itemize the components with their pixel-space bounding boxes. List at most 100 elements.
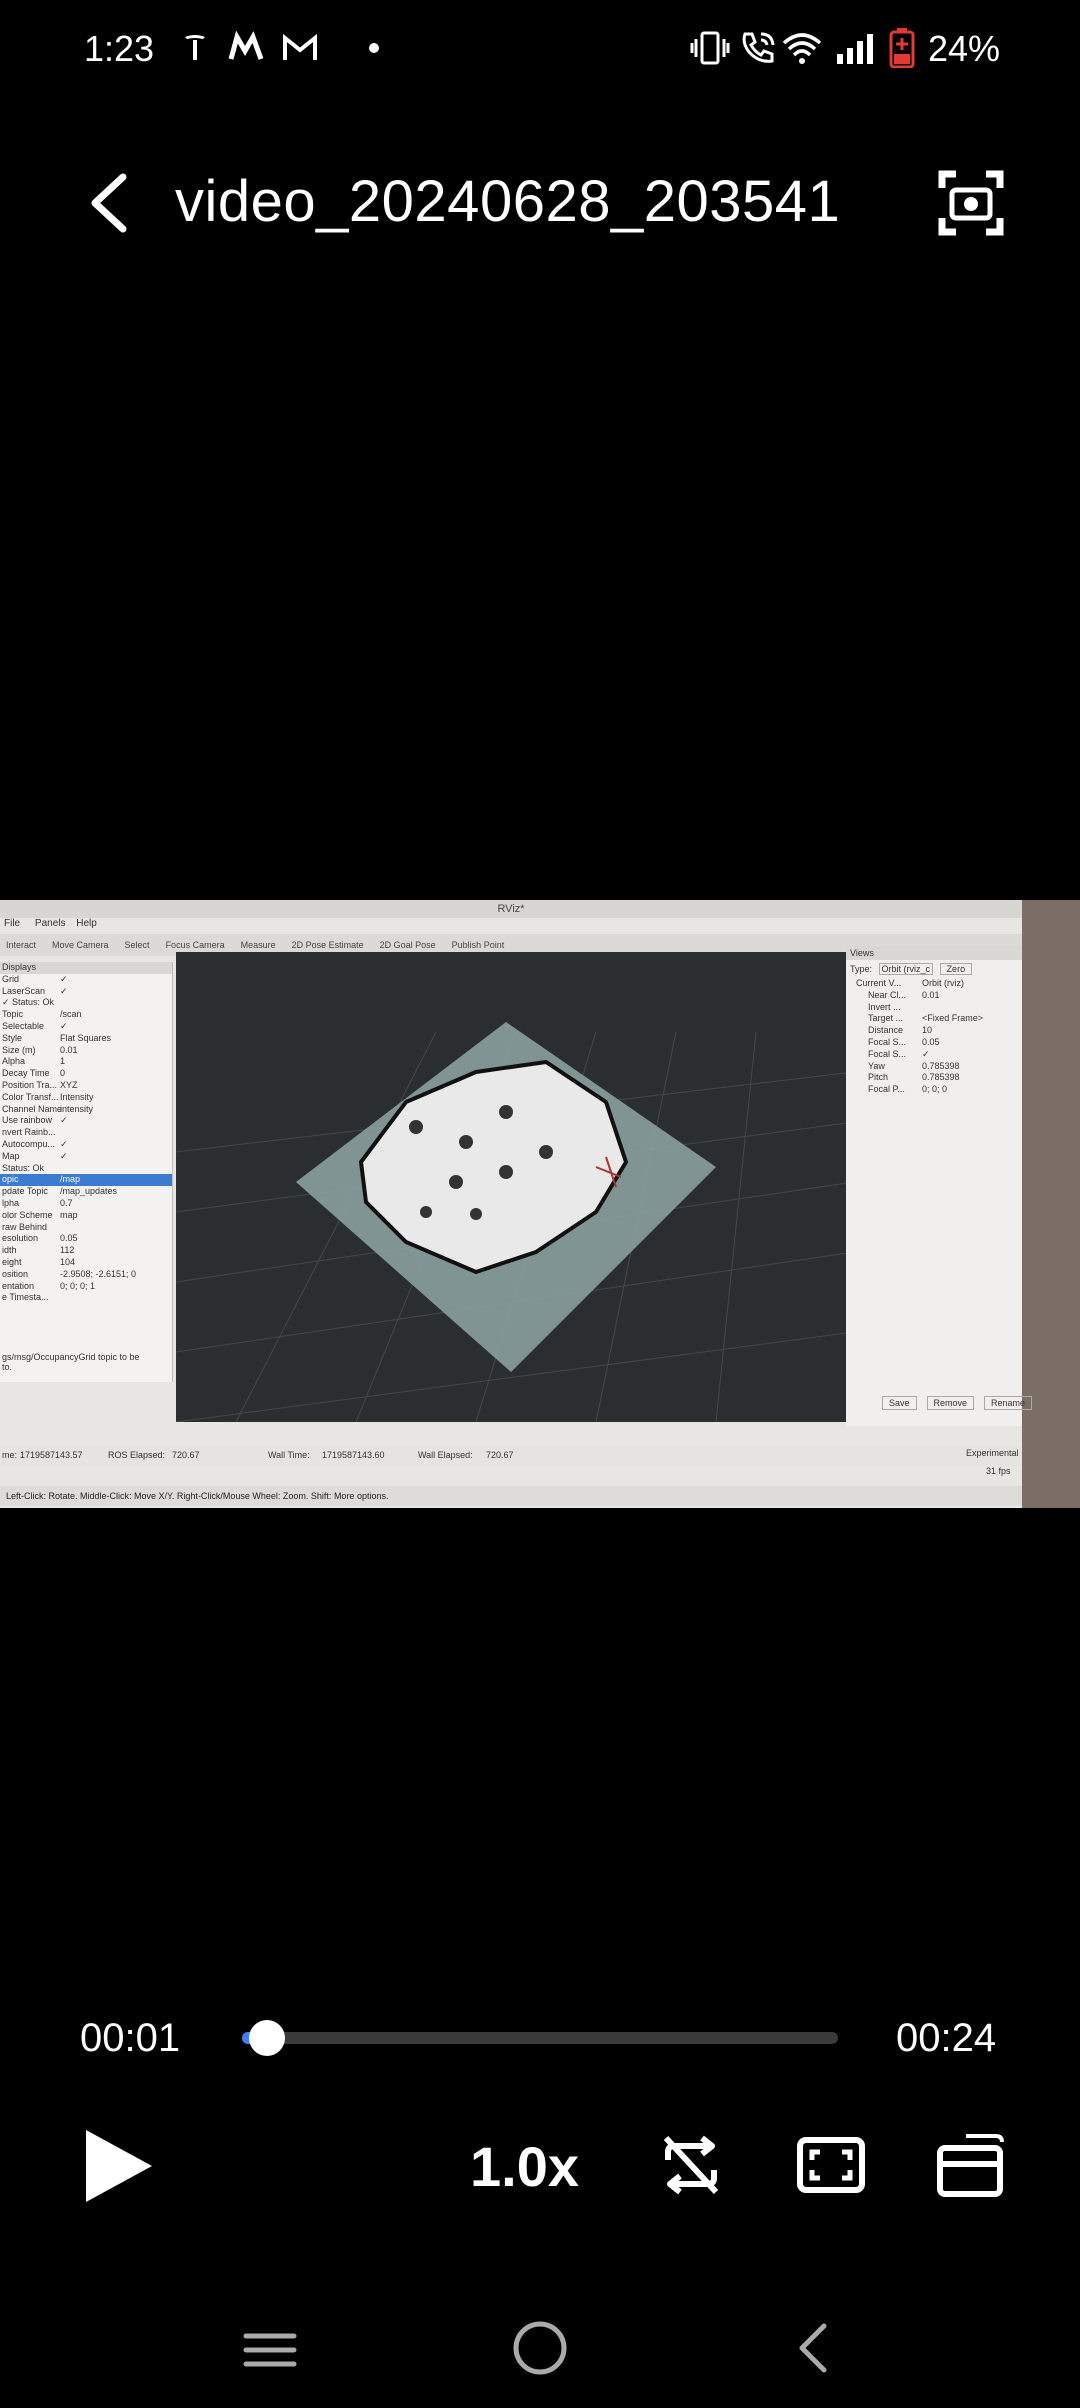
display-property-row: Map ✓ <box>0 1151 172 1163</box>
recents-button[interactable] <box>240 2320 300 2380</box>
view-property-value: Orbit (rviz) <box>922 978 964 988</box>
display-property-value: ✓ <box>60 1115 68 1126</box>
display-property-value: 0.7 <box>60 1197 73 1208</box>
display-property-value: 1 <box>60 1056 66 1067</box>
display-property-row: eight 104 <box>0 1257 172 1269</box>
display-property-row: idth 112 <box>0 1245 172 1257</box>
repeat-off-icon <box>663 2135 719 2195</box>
aspect-ratio-button[interactable] <box>796 2130 866 2200</box>
display-property-row: raw Behind <box>0 1222 172 1234</box>
views-type-label: Type: <box>850 964 873 974</box>
seek-bar[interactable] <box>242 2032 838 2044</box>
display-property-value: ✓ <box>60 973 68 984</box>
display-property-row: Color Transf... Intensity <box>0 1092 172 1104</box>
display-property-name: osition <box>2 1268 29 1279</box>
menu-file: File <box>4 918 21 929</box>
view-property-name: Near Cl... <box>868 989 907 1000</box>
view-property-value: 0.01 <box>922 989 940 1000</box>
display-property-name: opic <box>2 1174 19 1185</box>
display-property-name: eight <box>2 1256 22 1267</box>
display-property-value: 104 <box>60 1256 76 1267</box>
display-property-row: Size (m) 0.01 <box>0 1045 172 1057</box>
display-property-name: ✓ Status: Ok <box>2 997 55 1008</box>
display-property-value: -2.9508; -2.6151; 0 <box>60 1268 137 1279</box>
views-buttons: Save Remove Rename <box>882 1396 1033 1410</box>
navigation-bar <box>0 2290 1080 2408</box>
tool-measure: Measure <box>240 940 276 950</box>
play-button[interactable] <box>84 2128 154 2204</box>
seek-bar-thumb[interactable] <box>249 2020 285 2056</box>
view-property-value: 10 <box>922 1025 933 1036</box>
display-property-row: Style Flat Squares <box>0 1033 172 1045</box>
battery-charging-icon <box>888 28 916 68</box>
display-property-value: ✓ <box>60 1138 68 1149</box>
view-property-name: Current V... <box>856 978 902 988</box>
views-panel: Views Type: Orbit (rviz_c Zero Current V… <box>846 946 1033 1426</box>
display-property-value: ✓ <box>60 1150 68 1161</box>
wifi-calling-icon <box>738 28 778 68</box>
nav-back-button[interactable] <box>786 2318 846 2378</box>
display-property-value: 0 <box>60 1068 66 1079</box>
view-property-value: 0.785398 <box>922 1072 960 1083</box>
popup-player-button[interactable] <box>936 2130 1006 2200</box>
display-property-name: Use rainbow <box>2 1115 53 1126</box>
display-property-value: 0.01 <box>60 1044 78 1055</box>
battery-percent: 24% <box>928 28 1001 69</box>
view-property-row: Yaw 0.785398 <box>846 1061 1022 1073</box>
view-property-name: Focal S... <box>868 1036 907 1047</box>
view-property-name: Focal P... <box>868 1084 905 1095</box>
display-property-value: map <box>60 1209 78 1220</box>
repeat-off-button[interactable] <box>656 2130 726 2200</box>
display-property-row: e Timesta... <box>0 1292 172 1304</box>
display-property-name: pdate Topic <box>2 1186 48 1197</box>
view-property-value: 0; 0; 0 <box>922 1084 948 1095</box>
playback-speed-button[interactable]: 1.0x <box>470 2134 579 2199</box>
displays-header: Displays <box>0 962 172 974</box>
tool-focus-camera: Focus Camera <box>165 940 225 950</box>
display-property-value: /map <box>60 1174 81 1185</box>
display-property-name: Map <box>2 1150 20 1161</box>
display-property-name: olor Scheme <box>2 1209 53 1220</box>
display-property-value: ✓ <box>60 985 68 996</box>
wall-elapsed-value: 720.67 <box>486 1450 514 1460</box>
wall-elapsed-label: Wall Elapsed: <box>418 1450 473 1460</box>
display-property-name: esolution <box>2 1233 39 1244</box>
display-property-row: Grid ✓ <box>0 974 172 986</box>
display-property-value: 0.05 <box>60 1233 78 1244</box>
display-property-row: Alpha 1 <box>0 1056 172 1068</box>
home-button[interactable] <box>510 2318 570 2378</box>
display-property-row: Status: Ok <box>0 1163 172 1175</box>
tool-select: Select <box>124 940 150 950</box>
vibrate-icon <box>690 28 730 68</box>
view-property-row: Focal P... 0; 0; 0 <box>846 1084 1022 1096</box>
display-property-name: lpha <box>2 1197 20 1208</box>
display-property-row: olor Scheme map <box>0 1210 172 1222</box>
views-zero-button: Zero <box>939 963 973 975</box>
play-icon <box>86 2130 152 2202</box>
back-button[interactable] <box>78 170 138 236</box>
video-frame[interactable]: RViz* File Panels Help Interact Move Cam… <box>0 900 1080 1508</box>
gmail-icon <box>280 28 320 68</box>
display-property-name: LaserScan <box>2 985 46 996</box>
display-property-value: ✓ <box>60 1020 68 1031</box>
display-property-row: Use rainbow ✓ <box>0 1115 172 1127</box>
status-time: 1:23 <box>84 28 155 69</box>
display-property-name: Channel Name <box>2 1103 63 1114</box>
rviz-window: RViz* File Panels Help Interact Move Cam… <box>0 900 1033 1508</box>
display-property-name: Status: Ok <box>2 1162 45 1173</box>
view-property-value: ✓ <box>922 1048 930 1059</box>
display-property-row: ✓ Status: Ok <box>0 997 172 1009</box>
view-property-row: Near Cl... 0.01 <box>846 990 1022 1002</box>
display-property-name: Autocompu... <box>2 1138 56 1149</box>
rviz-hint-bar: Left-Click: Rotate. Middle-Click: Move X… <box>0 1486 1022 1506</box>
wall-time-label: Wall Time: <box>268 1450 310 1460</box>
signal-icon <box>834 28 876 68</box>
tool-interact: Interact <box>6 940 37 950</box>
display-property-value: Flat Squares <box>60 1032 112 1043</box>
display-property-row: Topic/scan <box>0 1009 172 1021</box>
display-property-row: pdate Topic/map_updates <box>0 1186 172 1198</box>
total-time: 00:24 <box>896 2016 997 2060</box>
screenshot-capture-button[interactable] <box>936 168 1006 238</box>
tool-2d-goal-pose: 2D Goal Pose <box>379 940 436 950</box>
fps-indicator: 31 fps <box>986 1466 1011 1476</box>
